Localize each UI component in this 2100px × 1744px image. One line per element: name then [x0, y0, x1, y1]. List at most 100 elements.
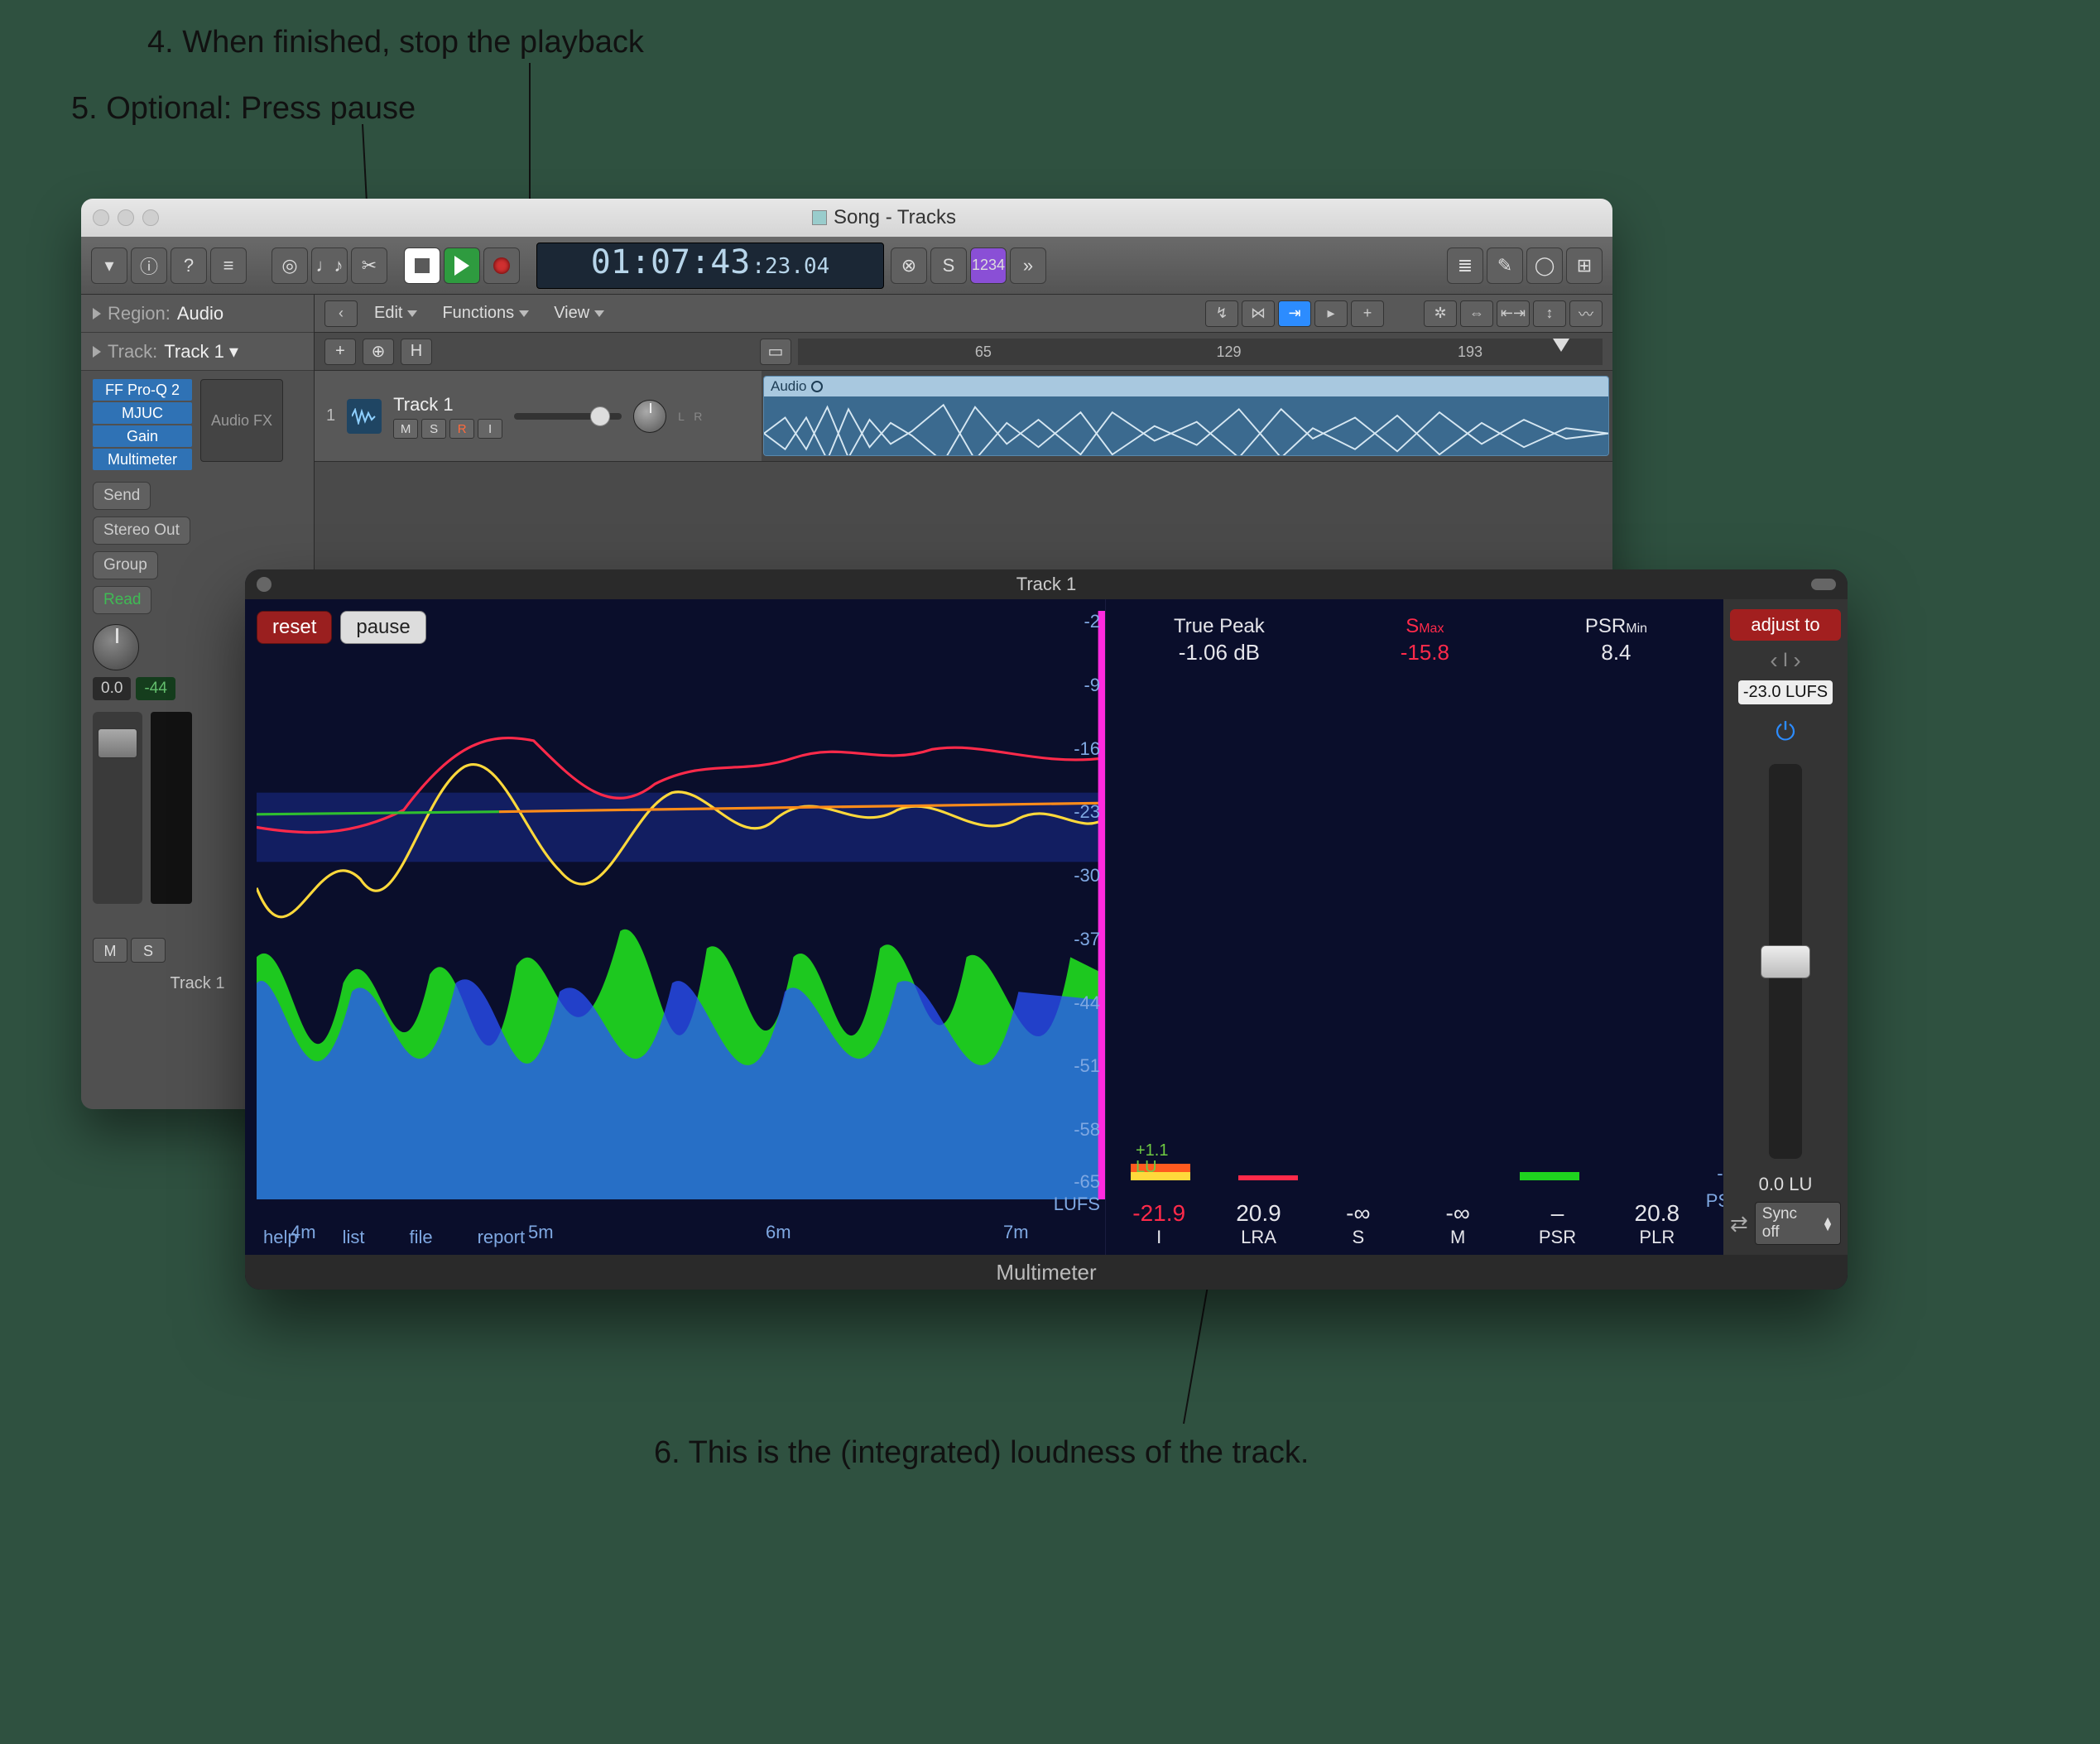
next-target-button[interactable]: › [1793, 647, 1800, 674]
loudness-history-graph[interactable]: reset pause 🔧 [245, 599, 1106, 1255]
audio-fx-slot[interactable]: Audio FX [200, 379, 283, 462]
automation-tool[interactable]: ↯ [1205, 300, 1238, 327]
plugin-titlebar[interactable]: Track 1 [245, 569, 1848, 599]
marquee-tool[interactable]: + [1351, 300, 1384, 327]
toolbar-button[interactable]: ≡ [210, 247, 247, 284]
stop-button[interactable] [404, 247, 440, 284]
mute-button[interactable]: M [93, 938, 127, 963]
replace-button[interactable]: ⊗ [891, 247, 927, 284]
view-menu[interactable]: View [545, 300, 613, 326]
track-mute[interactable]: M [393, 419, 418, 439]
prev-target-button[interactable]: ‹ [1770, 647, 1777, 674]
global-tracks-button[interactable]: ▭ [760, 339, 791, 365]
reset-button[interactable]: reset [257, 611, 332, 644]
plugin-slots: FF Pro-Q 2 MJUC Gain Multimeter [93, 379, 192, 470]
plugin-slot[interactable]: Multimeter [93, 449, 192, 470]
settings-tool[interactable]: ✲ [1424, 300, 1457, 327]
help-button[interactable]: ? [171, 247, 207, 284]
bar-ruler[interactable]: 65 129 193 [798, 339, 1603, 365]
more-button[interactable]: » [1010, 247, 1046, 284]
file-link[interactable]: file [409, 1227, 432, 1248]
edit-menu[interactable]: Edit [366, 300, 425, 326]
report-link[interactable]: report [478, 1227, 525, 1248]
solo-button[interactable]: S [131, 938, 166, 963]
meter-panel: True Peak -1.06 dB SMax -15.8 PSRMin 8.4 [1106, 599, 1848, 1255]
track-inspector-row[interactable]: Track: Track 1▾ [81, 333, 314, 371]
volume-fader[interactable] [93, 712, 142, 904]
functions-menu[interactable]: Functions [434, 300, 537, 326]
list-editors-button[interactable]: ≣ [1447, 247, 1483, 284]
annotation-step6: 6. This is the (integrated) loudness of … [654, 1435, 1309, 1471]
track-pan-knob[interactable] [633, 400, 666, 433]
inspector-button[interactable]: ⓘ [131, 247, 167, 284]
level-meter [151, 712, 192, 904]
plugin-slot[interactable]: Gain [93, 425, 192, 447]
output-button[interactable]: Stereo Out [93, 516, 190, 545]
plugin-handle[interactable] [1811, 579, 1836, 590]
browser-button[interactable]: ⊞ [1566, 247, 1603, 284]
gain-fader[interactable] [1769, 764, 1802, 1159]
track-rec[interactable]: R [449, 419, 474, 439]
peak-readout[interactable]: -44 [136, 677, 175, 700]
traffic-lights[interactable] [93, 209, 159, 226]
lufs-scale: -2 -9 -16 -23 -30 -37 -44 -51 -58 -65 [1054, 611, 1100, 1189]
track-lr-label: L R [678, 410, 705, 423]
history-plot [257, 611, 1105, 1199]
track-solo[interactable]: S [421, 419, 446, 439]
record-button[interactable] [483, 247, 520, 284]
play-button[interactable] [444, 247, 480, 284]
editors-button[interactable]: ✂ [351, 247, 387, 284]
transport-controls [404, 247, 520, 284]
region-inspector-row[interactable]: Region: Audio [81, 295, 314, 333]
solo-lock-button[interactable]: S [930, 247, 967, 284]
zoom-v-tool[interactable]: ↕ [1533, 300, 1566, 327]
adjust-to-button[interactable]: adjust to [1730, 609, 1841, 641]
graph-menu: help list file report [263, 1227, 525, 1248]
audio-region[interactable]: Audio [763, 376, 1609, 456]
group-button[interactable]: Group [93, 551, 158, 579]
pause-button[interactable]: pause [340, 611, 425, 644]
bar-lu-label: +1.1 LU [1136, 1142, 1168, 1175]
automation-read-button[interactable]: Read [93, 586, 151, 614]
target-type: I [1783, 649, 1789, 672]
send-button[interactable]: Send [93, 482, 151, 510]
track-header[interactable]: 1 Track 1 M S R I [315, 371, 762, 461]
zoom-h-tool[interactable]: ⇔ [1460, 300, 1493, 327]
help-link[interactable]: help [263, 1227, 298, 1248]
notepad-button[interactable]: ✎ [1487, 247, 1523, 284]
waveform-zoom-tool[interactable]: 〰 [1569, 300, 1603, 327]
pan-knob[interactable] [93, 624, 139, 670]
flex-tool[interactable]: ⋈ [1242, 300, 1275, 327]
pointer-tool[interactable]: ▸ [1314, 300, 1348, 327]
gain-readout[interactable]: 0.0 [93, 677, 131, 700]
track-row: 1 Track 1 M S R I [315, 371, 1612, 462]
loops-button[interactable]: ◯ [1526, 247, 1563, 284]
window-titlebar[interactable]: Song - Tracks [81, 199, 1612, 237]
library-button[interactable]: ▾ [91, 247, 127, 284]
plugin-slot[interactable]: MJUC [93, 402, 192, 424]
catch-tool[interactable]: ⇥ [1278, 300, 1311, 327]
annotation-step4: 4. When finished, stop the playback [147, 25, 644, 60]
duplicate-track-button[interactable]: ⊕ [363, 339, 394, 365]
playhead-icon[interactable] [1553, 339, 1569, 352]
count-in-button[interactable]: 1234 [970, 247, 1007, 284]
list-link[interactable]: list [343, 1227, 365, 1248]
track-volume-slider[interactable] [514, 413, 622, 420]
plugin-close-dot[interactable] [257, 577, 272, 592]
region-lane[interactable]: Audio [762, 371, 1612, 461]
back-button[interactable]: ‹ [324, 300, 358, 327]
hide-button[interactable]: H [401, 339, 432, 365]
sync-dropdown[interactable]: Sync off▲▼ [1755, 1202, 1841, 1245]
plugin-slot[interactable]: FF Pro-Q 2 [93, 379, 192, 401]
target-lufs[interactable]: -23.0 LUFS [1738, 680, 1833, 704]
mixer-button[interactable]: ♩♪ [311, 247, 348, 284]
smart-controls-button[interactable]: ◎ [272, 247, 308, 284]
lcd-display[interactable]: 01:07:43 :23.04 [536, 243, 884, 289]
zoom-fit-tool[interactable]: ⇤⇥ [1497, 300, 1530, 327]
sync-icon[interactable]: ⇄ [1730, 1211, 1748, 1237]
add-track-button[interactable]: + [324, 339, 356, 365]
track-input-monitor[interactable]: I [478, 419, 502, 439]
track-name[interactable]: Track 1 [393, 394, 502, 416]
power-icon[interactable]: ⏻ [1769, 716, 1802, 749]
plugin-footer: Multimeter [245, 1255, 1848, 1290]
